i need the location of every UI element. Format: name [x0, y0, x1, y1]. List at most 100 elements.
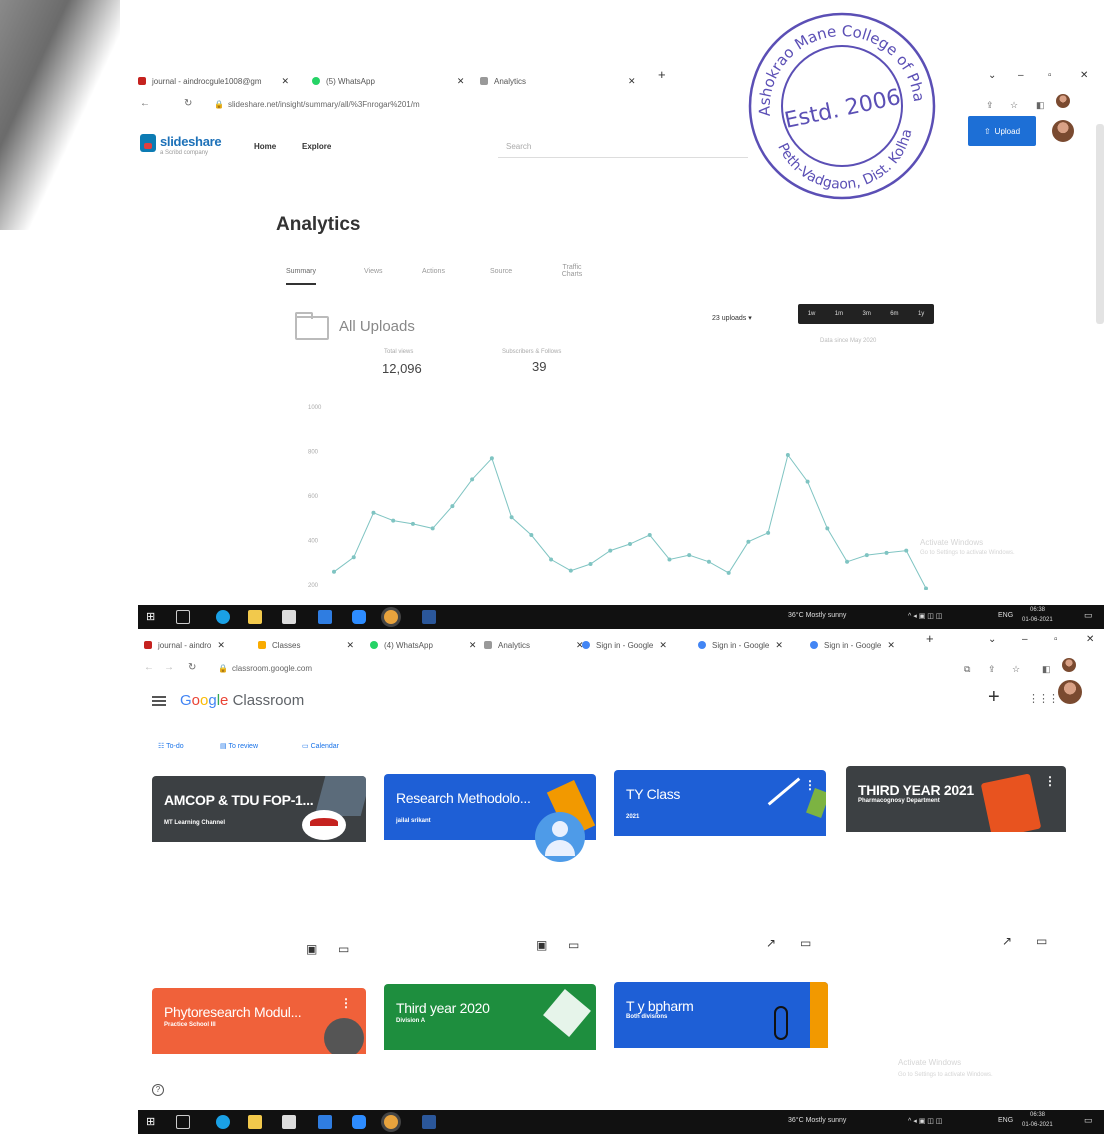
back-icon[interactable]: ← — [144, 662, 154, 673]
close-icon[interactable]: ✕ — [775, 640, 783, 651]
data-point[interactable] — [687, 553, 692, 558]
data-point[interactable] — [549, 557, 554, 562]
maximize-icon[interactable]: ▫ — [1048, 70, 1052, 81]
data-point[interactable] — [706, 559, 711, 564]
tab-traffic[interactable]: Traffic Charts — [552, 264, 592, 278]
close-icon[interactable]: ✕ — [887, 640, 895, 651]
data-point[interactable] — [410, 521, 415, 526]
profile-avatar[interactable] — [1062, 658, 1076, 672]
language-indicator[interactable]: ENG — [998, 612, 1013, 619]
minimize-icon[interactable]: – — [1018, 70, 1024, 81]
url-text[interactable]: slideshare.net/insight/summary/all/%3Fnr… — [228, 100, 420, 109]
class-card[interactable]: Third year 2020 Division A — [384, 984, 596, 1050]
close-icon[interactable]: ✕ — [282, 76, 290, 87]
close-icon[interactable]: ✕ — [346, 640, 354, 651]
tab-views[interactable]: Views — [364, 268, 383, 275]
review-link[interactable]: ▤ To review — [220, 742, 258, 750]
share-icon[interactable]: ⇪ — [986, 100, 994, 111]
task-view-icon[interactable] — [176, 1115, 190, 1129]
scrollbar[interactable] — [1096, 124, 1104, 324]
class-title[interactable]: Third year 2020 — [396, 1000, 490, 1016]
close-window-icon[interactable]: ✕ — [1086, 634, 1094, 645]
data-point[interactable] — [489, 456, 494, 461]
folder-icon[interactable]: ▭ — [568, 938, 579, 952]
slideshare-logo[interactable]: slideshare a Scribd company — [140, 130, 250, 158]
data-point[interactable] — [726, 570, 731, 575]
class-title[interactable]: THIRD YEAR 2021 — [858, 782, 974, 798]
data-point[interactable] — [588, 561, 593, 566]
data-point[interactable] — [529, 533, 534, 538]
class-card[interactable]: AMCOP & TDU FOP-1... MT Learning Channel — [152, 776, 366, 842]
data-point[interactable] — [430, 526, 435, 531]
assignment-icon[interactable]: ▣ — [306, 942, 317, 956]
zoom-icon[interactable] — [352, 1115, 366, 1129]
data-point[interactable] — [647, 533, 652, 538]
chrome-icon[interactable] — [384, 610, 398, 624]
system-tray-icons[interactable]: ^ ◂ ▣ ◫ ◫ — [908, 612, 942, 620]
class-title[interactable]: T y bpharm — [626, 998, 694, 1014]
new-tab-icon[interactable]: + — [926, 631, 934, 646]
class-title[interactable]: Phytoresearch Modul... — [164, 1004, 302, 1020]
tab-summary[interactable]: Summary — [286, 268, 316, 285]
file-explorer-icon[interactable] — [248, 1115, 262, 1129]
tab-source[interactable]: Source — [490, 268, 512, 275]
class-card[interactable]: T y bpharm Both divisions — [614, 982, 828, 1048]
data-point[interactable] — [628, 541, 632, 546]
data-point[interactable] — [509, 515, 514, 520]
screen-capture-icon[interactable]: ⧉ — [964, 664, 970, 675]
uploads-dropdown[interactable]: 23 uploads ▾ — [712, 314, 752, 322]
range-1w[interactable]: 1w — [808, 311, 816, 317]
data-point[interactable] — [766, 530, 771, 535]
google-classroom-logo[interactable]: Google Classroom — [180, 692, 304, 709]
hamburger-menu-icon[interactable] — [152, 696, 166, 706]
range-1y[interactable]: 1y — [918, 311, 924, 317]
upload-button[interactable]: ⇧ Upload — [968, 116, 1036, 146]
data-point[interactable] — [470, 477, 475, 482]
data-point[interactable] — [568, 568, 573, 573]
chevron-down-icon[interactable]: ⌄ — [988, 634, 996, 645]
calendar-link[interactable]: ▭ Calendar — [302, 742, 339, 750]
star-icon[interactable]: ☆ — [1012, 664, 1020, 675]
nav-home[interactable]: Home — [254, 142, 276, 151]
url-text[interactable]: classroom.google.com — [232, 664, 312, 673]
browser-tab[interactable]: (5) WhatsApp ✕ — [312, 70, 464, 92]
close-window-icon[interactable]: ✕ — [1080, 70, 1088, 81]
nav-explore[interactable]: Explore — [302, 142, 331, 151]
task-view-icon[interactable] — [176, 610, 190, 624]
more-options-icon[interactable]: ⋮ — [340, 996, 352, 1010]
data-point[interactable] — [904, 548, 909, 553]
edge-icon[interactable] — [216, 610, 230, 624]
system-tray-icons[interactable]: ^ ◂ ▣ ◫ ◫ — [908, 1117, 942, 1125]
data-point[interactable] — [351, 555, 356, 560]
data-point[interactable] — [845, 559, 850, 564]
word-icon[interactable] — [422, 610, 436, 624]
data-point[interactable] — [667, 557, 672, 562]
close-icon[interactable]: ✕ — [659, 640, 667, 651]
range-1m[interactable]: 1m — [835, 311, 843, 317]
data-point[interactable] — [924, 586, 928, 590]
browser-tab[interactable]: Sign in - Google ✕ — [582, 634, 667, 656]
browser-tab[interactable]: (4) WhatsApp ✕ — [370, 634, 476, 656]
close-icon[interactable]: ✕ — [469, 640, 477, 651]
store-icon[interactable] — [282, 610, 296, 624]
data-point[interactable] — [332, 569, 336, 574]
close-icon[interactable]: ✕ — [628, 76, 636, 87]
chevron-down-icon[interactable]: ⌄ — [988, 70, 996, 81]
clock-date[interactable]: 01-06-2021 — [1022, 617, 1053, 623]
new-tab-icon[interactable]: + — [658, 67, 666, 82]
class-title[interactable]: AMCOP & TDU FOP-1... — [164, 792, 314, 808]
data-point[interactable] — [785, 452, 790, 457]
browser-tab[interactable]: journal - aindrocgule1008@gm ✕ — [138, 70, 289, 92]
data-point[interactable] — [746, 539, 751, 544]
tab-actions[interactable]: Actions — [422, 268, 445, 275]
class-card[interactable]: THIRD YEAR 2021 Pharmacognosy Department… — [846, 766, 1066, 832]
browser-tab[interactable]: Analytics ✕ — [480, 70, 636, 92]
windows-start-icon[interactable]: ⊞ — [146, 1115, 160, 1129]
notifications-icon[interactable]: ▭ — [1084, 1115, 1093, 1126]
user-avatar[interactable] — [1058, 680, 1082, 704]
extensions-icon[interactable]: ◧ — [1036, 100, 1045, 111]
zoom-icon[interactable] — [352, 610, 366, 624]
maximize-icon[interactable]: ▫ — [1054, 634, 1058, 645]
folder-icon[interactable]: ▭ — [338, 942, 349, 956]
browser-tab[interactable]: Analytics ✕ — [484, 634, 584, 656]
